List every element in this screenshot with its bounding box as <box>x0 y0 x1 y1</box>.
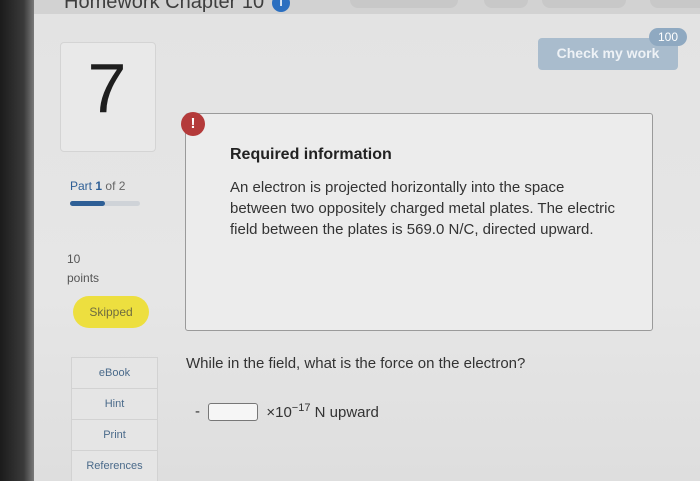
hint-link[interactable]: Hint <box>71 388 158 419</box>
points-value: 10 <box>67 252 81 266</box>
help-button[interactable] <box>484 0 528 8</box>
points-label: points <box>67 271 100 285</box>
part-indicator: Part 1 of 2 <box>70 179 125 193</box>
answer-multiplier: ×10 <box>266 404 292 421</box>
assignment-title: Homework Chapter 10 <box>64 0 265 13</box>
part-prefix: Part <box>70 179 93 193</box>
score-badge: 100 <box>649 28 687 46</box>
alert-icon: ! <box>181 112 205 136</box>
answer-unit-text: N upward <box>314 404 379 421</box>
question-number: 7 <box>87 49 127 127</box>
required-info-title: Required information <box>230 146 392 163</box>
save-exit-button[interactable] <box>542 0 626 8</box>
part-progress-fill <box>70 201 105 206</box>
status-badge: Skipped <box>73 296 149 328</box>
part-current: 1 <box>95 179 103 193</box>
submit-button[interactable] <box>650 0 700 8</box>
answer-unit: ×10−17 N upward <box>266 402 379 421</box>
ebook-link[interactable]: eBook <box>71 357 158 388</box>
resources-list: eBook Hint Print References <box>71 357 158 481</box>
answer-row: - ×10−17 N upward <box>195 402 379 421</box>
answer-exponent: −17 <box>291 402 311 414</box>
part-total: of 2 <box>105 179 126 193</box>
info-icon[interactable]: i <box>272 0 290 12</box>
top-bar: Homework Chapter 10 i <box>34 0 700 14</box>
part-progress-bar <box>70 201 140 206</box>
screen-bezel <box>0 0 34 481</box>
top-button-1[interactable] <box>350 0 458 8</box>
answer-input[interactable] <box>208 402 259 421</box>
print-link[interactable]: Print <box>71 419 158 450</box>
question-text: While in the field, what is the force on… <box>186 355 526 372</box>
points-info: 10 points <box>67 250 99 288</box>
references-link[interactable]: References <box>71 450 158 481</box>
answer-sign: - <box>195 403 200 420</box>
required-info-text: An electron is projected horizontally in… <box>230 179 615 238</box>
